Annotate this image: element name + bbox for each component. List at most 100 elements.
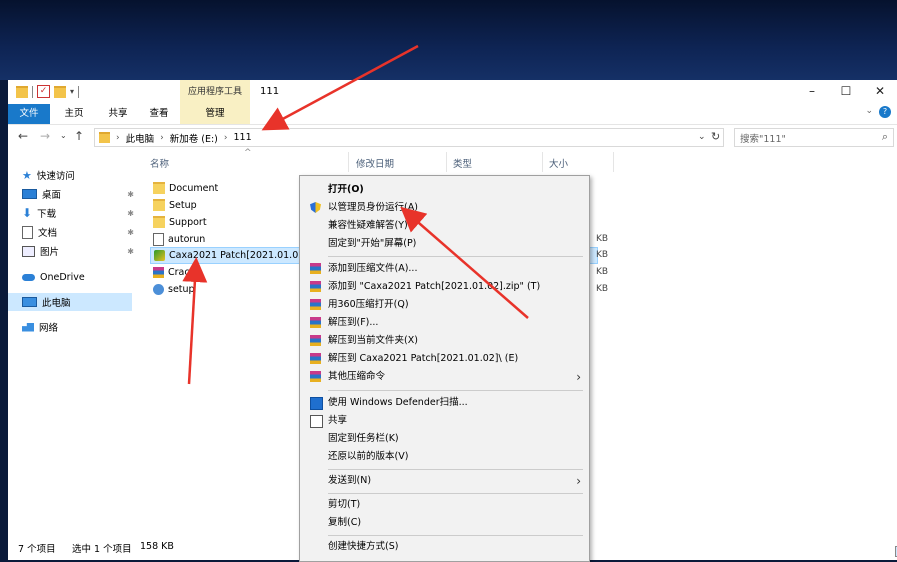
file-size: KB	[596, 284, 609, 294]
menu-item-restore-versions[interactable]: 还原以前的版本(V)	[300, 448, 589, 466]
chevron-right-icon: ›	[576, 474, 581, 488]
item-count: 7 个项目	[18, 544, 56, 555]
customize-toolbar-icon[interactable]: ▾	[70, 87, 74, 96]
up-arrow-icon[interactable]: ↑	[74, 129, 84, 143]
app-tools-context-label: 应用程序工具	[180, 80, 250, 104]
column-header-date[interactable]: 修改日期	[356, 156, 394, 170]
sidebar-item-this-pc[interactable]: 此电脑	[8, 293, 132, 311]
divider	[32, 85, 33, 98]
breadcrumb-drive[interactable]: 新加卷 (E:)	[170, 131, 218, 145]
refresh-icon[interactable]: ↻	[711, 130, 720, 143]
chevron-right-icon: ›	[576, 370, 581, 384]
tab-file[interactable]: 文件	[8, 104, 50, 124]
sidebar-item-quick-access[interactable]: ★ 快速访问	[22, 166, 134, 184]
winrar-icon	[310, 299, 321, 310]
divider	[78, 85, 80, 98]
ribbon-tabs: 文件 主页 共享 查看 管理 ⌄ ?	[8, 104, 897, 125]
search-input[interactable]: 搜索"111" ⌕	[734, 128, 894, 147]
breadcrumb-folder[interactable]: 111	[233, 132, 251, 143]
sidebar-item-downloads[interactable]: ⬇ 下载 ✱	[22, 204, 134, 222]
desktop-icon	[22, 189, 37, 199]
back-arrow-icon[interactable]: ←	[18, 129, 28, 143]
divider	[613, 152, 614, 172]
chevron-right-icon[interactable]: ›	[224, 133, 228, 143]
download-icon: ⬇	[22, 205, 33, 220]
column-header-name[interactable]: 名称	[150, 156, 169, 170]
column-header-type[interactable]: 类型	[453, 156, 472, 170]
title-bar: ✓ ▾ 应用程序工具 111 – ☐ ✕	[8, 80, 897, 104]
menu-item-copy[interactable]: 复制(C)	[300, 514, 589, 532]
tab-manage[interactable]: 管理	[180, 104, 250, 124]
window-title: 111	[260, 86, 280, 97]
menu-separator	[328, 493, 583, 494]
menu-item-more-archive-commands[interactable]: 其他压缩命令 ›	[300, 368, 589, 386]
pin-icon: ✱	[127, 208, 134, 218]
pc-icon	[22, 297, 37, 307]
search-icon[interactable]: ⌕	[882, 130, 888, 144]
sidebar-item-label: 文档	[38, 228, 58, 239]
properties-icon[interactable]: ✓	[37, 85, 50, 98]
menu-item-create-shortcut[interactable]: 创建快捷方式(S)	[300, 538, 589, 556]
share-icon	[310, 415, 323, 428]
tab-share[interactable]: 共享	[100, 104, 136, 124]
tab-view[interactable]: 查看	[141, 104, 177, 124]
winrar-icon	[310, 317, 321, 328]
address-bar[interactable]: › 此电脑 › 新加卷 (E:) › 111	[94, 128, 724, 147]
pictures-icon	[22, 245, 35, 257]
file-name: Setup	[169, 199, 197, 211]
sidebar-item-documents[interactable]: 文档 ✱	[22, 223, 134, 241]
maximize-button[interactable]: ☐	[829, 80, 863, 104]
menu-item-share[interactable]: 共享	[300, 412, 589, 430]
forward-arrow-icon[interactable]: →	[40, 129, 50, 143]
minimize-button[interactable]: –	[795, 80, 829, 104]
menu-item-open[interactable]: 打开(O)	[300, 181, 589, 199]
menu-item-defender-scan[interactable]: 使用 Windows Defender扫描...	[300, 394, 589, 412]
folder-icon	[16, 85, 28, 98]
menu-item-compat-troubleshoot[interactable]: 兼容性疑难解答(Y)	[300, 217, 589, 235]
chevron-right-icon[interactable]: ›	[116, 133, 120, 143]
file-size: KB	[596, 234, 609, 244]
folder-icon	[99, 132, 110, 143]
menu-item-add-to-zip[interactable]: 添加到 "Caxa2021 Patch[2021.01.02].zip" (T)	[300, 278, 589, 296]
menu-item-extract-here[interactable]: 解压到当前文件夹(X)	[300, 332, 589, 350]
sidebar-item-label: OneDrive	[40, 271, 85, 283]
menu-item-pin-to-start[interactable]: 固定到"开始"屏幕(P)	[300, 235, 589, 253]
column-header-size[interactable]: 大小	[549, 156, 568, 170]
file-name: autorun	[168, 233, 206, 245]
menu-item-run-as-admin[interactable]: 以管理员身份运行(A)	[300, 199, 589, 217]
menu-item-extract-to-folder[interactable]: 解压到 Caxa2021 Patch[2021.01.02]\ (E)	[300, 350, 589, 368]
chevron-down-icon[interactable]: ⌄	[698, 132, 706, 142]
navigation-pane: ★ 快速访问 桌面 ✱ ⬇ 下载 ✱ 文档 ✱ 图片 ✱ OneDrive 此电…	[8, 150, 136, 535]
divider	[446, 152, 447, 172]
pin-icon: ✱	[127, 227, 134, 237]
sidebar-item-desktop[interactable]: 桌面 ✱	[22, 185, 134, 203]
new-folder-icon[interactable]	[54, 85, 66, 98]
folder-icon	[153, 216, 165, 228]
sidebar-item-pictures[interactable]: 图片 ✱	[22, 242, 134, 260]
menu-separator	[328, 535, 583, 536]
tab-home[interactable]: 主页	[56, 104, 92, 124]
sidebar-item-label: 网络	[39, 323, 59, 334]
close-button[interactable]: ✕	[863, 80, 897, 104]
sort-ascending-icon: ^	[244, 148, 252, 158]
menu-item-cut[interactable]: 剪切(T)	[300, 496, 589, 514]
sidebar-item-network[interactable]: 网络	[22, 318, 134, 336]
divider	[542, 152, 543, 172]
menu-item-pin-to-taskbar[interactable]: 固定到任务栏(K)	[300, 430, 589, 448]
rar-icon	[153, 266, 164, 278]
chevron-right-icon[interactable]: ›	[160, 133, 164, 143]
file-name: Support	[169, 216, 207, 228]
selection-size: 158 KB	[140, 541, 174, 552]
help-icon[interactable]: ?	[879, 106, 891, 118]
menu-item-add-to-archive[interactable]: 添加到压缩文件(A)...	[300, 260, 589, 278]
menu-item-extract-to[interactable]: 解压到(F)...	[300, 314, 589, 332]
sidebar-item-label: 快速访问	[36, 171, 75, 182]
file-name: Document	[169, 182, 219, 194]
recent-locations-icon[interactable]: ⌄	[60, 131, 67, 140]
expand-ribbon-icon[interactable]: ⌄	[865, 106, 873, 118]
breadcrumb-this-pc[interactable]: 此电脑	[126, 131, 155, 145]
menu-item-send-to[interactable]: 发送到(N) ›	[300, 472, 589, 490]
sidebar-item-onedrive[interactable]: OneDrive	[22, 268, 134, 286]
winrar-icon	[310, 371, 321, 382]
menu-item-open-with-360[interactable]: 用360压缩打开(Q)	[300, 296, 589, 314]
